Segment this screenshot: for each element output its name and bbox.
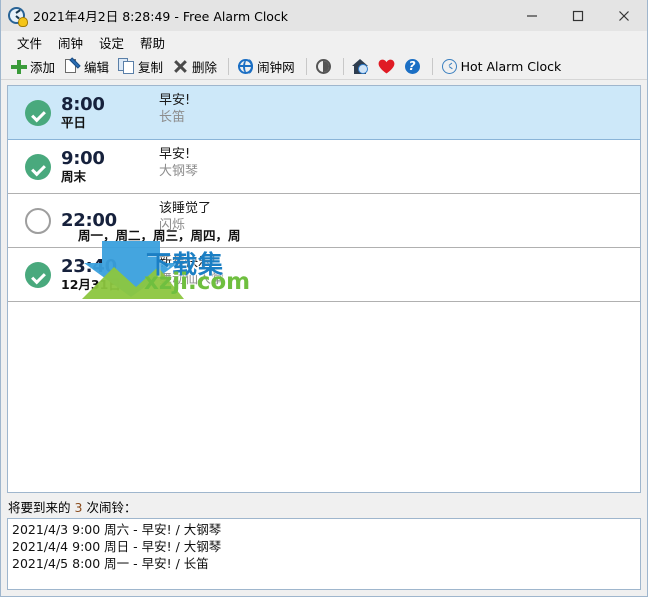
alarm-days: 平日	[61, 115, 87, 130]
alarm-time: 23:40	[61, 256, 117, 277]
toolbar: 添加 编辑 复制 删除 闹钟网 ? Hot Alarm Clock	[1, 53, 647, 80]
copy-button[interactable]: 复制	[115, 55, 169, 78]
upcoming-alarms-list[interactable]: 2021/4/3 9:00 周六 - 早安! / 大钢琴 2021/4/4 9:…	[7, 518, 641, 590]
alarm-days: 周末	[61, 169, 87, 184]
close-icon[interactable]	[601, 0, 647, 31]
alarm-label: 早安!	[159, 147, 191, 162]
hot-alarm-clock-button[interactable]: Hot Alarm Clock	[438, 56, 568, 77]
upcoming-suffix: 次闹铃：	[86, 500, 137, 515]
edit-button-label: 编辑	[84, 59, 110, 75]
menu-item-help[interactable]: 帮助	[132, 31, 173, 54]
alarm-toggle-icon[interactable]	[25, 153, 51, 180]
menu-item-alarm[interactable]: 闹钟	[50, 31, 91, 54]
add-button[interactable]: 添加	[7, 55, 61, 78]
upcoming-count: 3	[74, 500, 83, 515]
alarm-label: 新年快乐!	[159, 255, 217, 270]
delete-button-label: 删除	[192, 59, 218, 75]
toolbar-separator-3	[342, 57, 344, 75]
plus-icon	[10, 58, 27, 75]
menu-item-file[interactable]: 文件	[9, 31, 50, 54]
alarm-time: 9:00	[61, 148, 105, 169]
delete-button[interactable]: 删除	[169, 55, 223, 78]
alarm-sound: 舞动仙人掌	[159, 272, 225, 287]
alarm-time-column: 9:00 周末	[61, 148, 145, 185]
alarm-sound: 长笛	[159, 110, 186, 125]
alarm-desc-column: 新年快乐! 舞动仙人掌	[159, 248, 640, 288]
alarm-web-button[interactable]: 闹钟网	[234, 55, 301, 78]
alarm-label: 该睡觉了	[159, 201, 212, 216]
alarm-days: 周一，周二，周三，周四，周	[78, 228, 241, 243]
table-row[interactable]: 9:00 周末 早安! 大钢琴	[8, 140, 640, 194]
alarm-time: 8:00	[61, 94, 105, 115]
list-item: 2021/4/5 8:00 周一 - 早安! / 长笛	[12, 556, 209, 571]
alarm-days: 12月31日	[61, 277, 121, 292]
edit-button[interactable]: 编辑	[61, 55, 115, 78]
upcoming-prefix: 将要到来的	[8, 500, 71, 515]
alarm-label: 早安!	[159, 93, 191, 108]
alarm-web-button-label: 闹钟网	[257, 59, 295, 75]
contrast-button[interactable]	[312, 56, 338, 77]
alarm-time-column: 23:40 12月31日	[61, 256, 145, 293]
alarm-time-column: 8:00 平日	[61, 94, 145, 131]
alarm-clock-icon	[7, 6, 28, 27]
alarm-toggle-icon[interactable]	[25, 261, 51, 288]
help-button[interactable]: ?	[401, 56, 427, 77]
free-alarm-clock-window: 2021年4月2日 8:28:49 - Free Alarm Clock 文件 …	[0, 0, 648, 597]
menubar: 文件 闹钟 设定 帮助	[1, 31, 647, 53]
heart-icon	[378, 58, 395, 75]
copy-button-label: 复制	[138, 59, 164, 75]
edit-pencil-icon	[64, 56, 81, 75]
table-row[interactable]: 22:00 该睡觉了 闪烁 周一，周二，周三，周四，周	[8, 194, 640, 248]
hot-alarm-clock-label: Hot Alarm Clock	[460, 58, 562, 74]
home-site-button[interactable]	[349, 56, 375, 77]
toolbar-separator-4	[431, 57, 433, 75]
contrast-icon	[315, 58, 332, 75]
house-globe-icon	[351, 58, 369, 75]
toolbar-separator-2	[305, 57, 307, 75]
window-controls	[509, 0, 647, 31]
donate-button[interactable]	[375, 56, 401, 77]
help-question-icon: ?	[404, 58, 421, 75]
maximize-icon[interactable]	[555, 0, 601, 31]
titlebar: 2021年4月2日 8:28:49 - Free Alarm Clock	[1, 0, 647, 31]
toolbar-separator-1	[228, 57, 230, 75]
table-row[interactable]: 23:40 12月31日 新年快乐! 舞动仙人掌 下载集 xzji.com	[8, 241, 640, 302]
globe-icon	[237, 58, 254, 75]
alarm-desc-column: 早安! 长笛	[159, 86, 640, 126]
delete-x-icon	[172, 58, 189, 75]
list-item: 2021/4/4 9:00 周日 - 早安! / 大钢琴	[12, 539, 222, 554]
alarm-toggle-icon[interactable]	[25, 207, 51, 234]
upcoming-status-label: 将要到来的 3 次闹铃：	[1, 493, 647, 518]
hot-alarm-clock-icon	[441, 58, 458, 75]
alarm-toggle-icon[interactable]	[25, 99, 51, 126]
window-title: 2021年4月2日 8:28:49 - Free Alarm Clock	[33, 9, 289, 24]
alarm-desc-column: 早安! 大钢琴	[159, 140, 640, 180]
minimize-icon[interactable]	[509, 0, 555, 31]
alarm-sound: 大钢琴	[159, 164, 199, 179]
copy-icon	[118, 57, 135, 75]
menu-item-settings[interactable]: 设定	[91, 31, 132, 54]
alarm-list[interactable]: 8:00 平日 早安! 长笛 9:00 周末 早安! 大钢琴 22:00 该睡觉…	[7, 85, 641, 493]
table-row[interactable]: 8:00 平日 早安! 长笛	[8, 86, 640, 140]
add-button-label: 添加	[30, 59, 56, 75]
list-item: 2021/4/3 9:00 周六 - 早安! / 大钢琴	[12, 522, 222, 537]
